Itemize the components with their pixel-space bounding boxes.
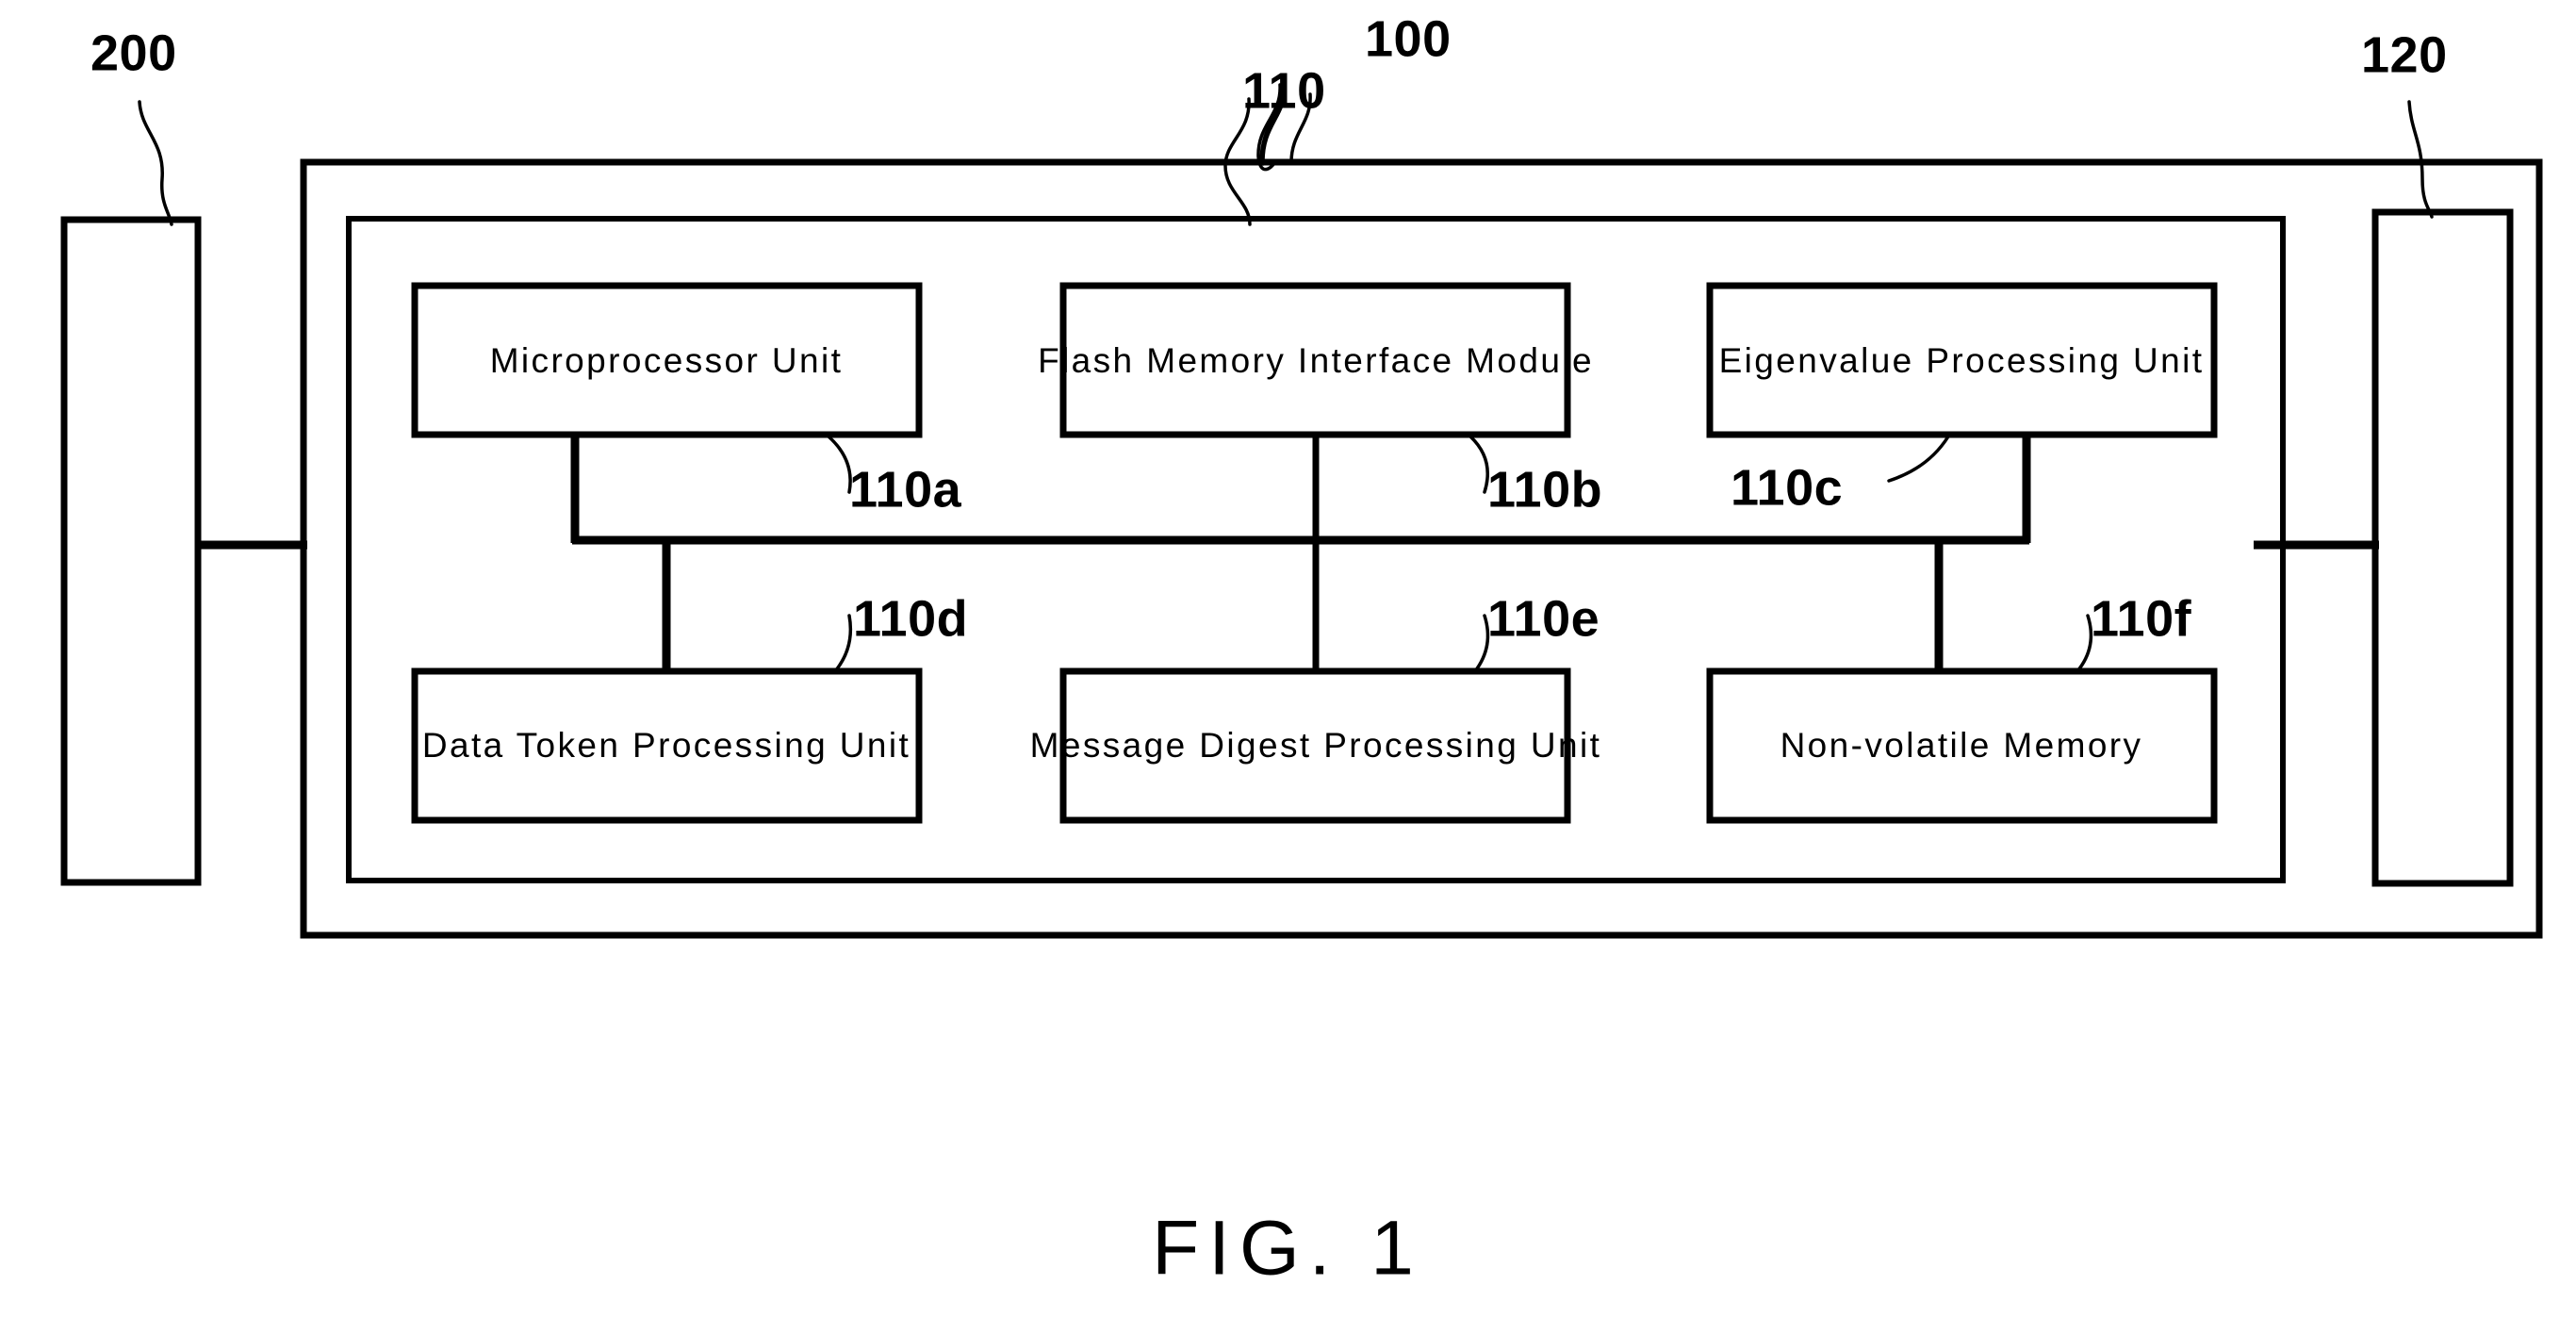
- leader-line-110f: [2076, 614, 2093, 673]
- leader-line-110a: [827, 435, 852, 494]
- leader-line-110d: [833, 614, 853, 673]
- ref-numeral-100: 100: [1365, 10, 1452, 67]
- eigenvalue-processing-unit-label: Eigenvalue Processing Unit: [1719, 341, 2205, 380]
- ref-numeral-110a: 110a: [849, 461, 962, 518]
- figure-canvas: Microprocessor Unit Flash Memory Interfa…: [60, 10, 2543, 1292]
- ref-numeral-110c: 110c: [1731, 459, 1843, 516]
- leader-line-110b: [1468, 435, 1489, 494]
- ref-numeral-110b: 110b: [1487, 461, 1602, 518]
- smart-card-chip-box: [60, 216, 202, 886]
- ref-numeral-110e: 110e: [1487, 590, 1600, 647]
- data-token-processing-unit-label: Data Token Processing Unit: [422, 726, 911, 765]
- ref-numeral-110d: 110d: [853, 590, 968, 647]
- flash-memory-interface-module-label: Flash Memory Interface Module: [1038, 341, 1594, 380]
- ref-numeral-200: 200: [90, 25, 177, 81]
- leader-line-110c: [1887, 435, 1950, 483]
- leader-line-200: [138, 100, 173, 226]
- ref-numeral-120: 120: [2361, 26, 2448, 83]
- ref-numeral-110: 110: [1242, 62, 1326, 119]
- ref-numeral-110f: 110f: [2091, 590, 2192, 647]
- message-digest-processing-unit-label: Message Digest Processing Unit: [1030, 726, 1602, 765]
- figure-caption: FIG. 1: [1152, 1206, 1423, 1292]
- non-volatile-memory-label: Non-volatile Memory: [1780, 726, 2143, 765]
- leader-line-110e: [1473, 614, 1490, 673]
- flash-memory-chip-box: [2371, 208, 2514, 887]
- microprocessor-unit-label: Microprocessor Unit: [490, 341, 844, 380]
- patent-figure: Microprocessor Unit Flash Memory Interfa…: [0, 0, 2576, 1334]
